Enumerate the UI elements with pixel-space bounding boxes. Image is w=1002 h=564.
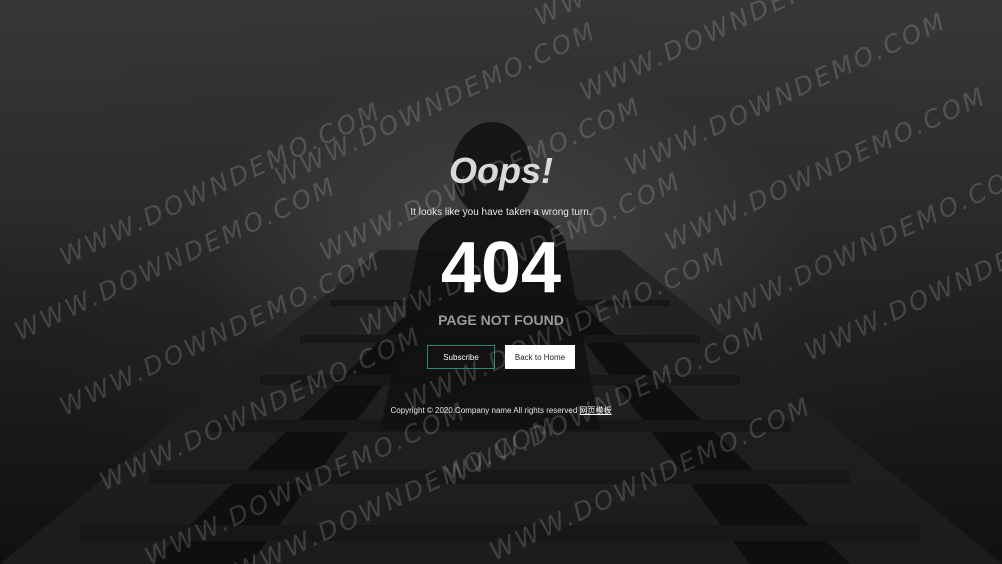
page-background: WWW.DOWNDEMO.COM WWW.DOWNDEMO.COM WWW.DO… [0, 0, 1002, 564]
subscribe-button[interactable]: Subscribe [427, 345, 495, 369]
error-code: 404 [440, 228, 562, 308]
error-content: Oops! It looks like you have taken a wro… [0, 0, 1002, 564]
copyright-text: Copyright © 2020.Company name All rights… [390, 406, 578, 415]
footer: Copyright © 2020.Company name All rights… [0, 405, 1002, 416]
footer-link[interactable]: 网页模板 [580, 406, 612, 415]
back-to-home-button[interactable]: Back to Home [505, 345, 575, 369]
page-subtitle: It looks like you have taken a wrong tur… [410, 207, 592, 218]
page-title: Oops! [449, 150, 553, 191]
error-message: PAGE NOT FOUND [438, 312, 564, 328]
